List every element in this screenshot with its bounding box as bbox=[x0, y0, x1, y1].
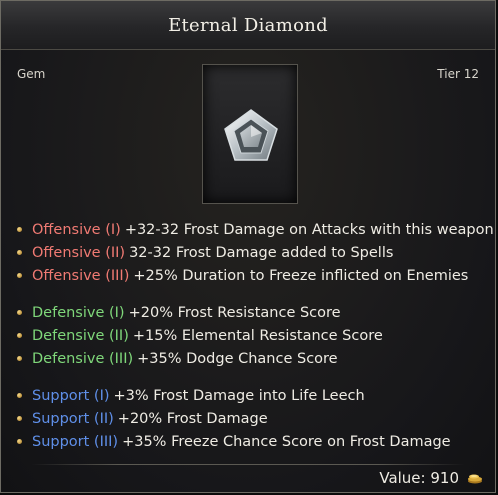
modifier-label: Defensive (II) bbox=[32, 327, 129, 344]
modifier-row: Support (II) +20% Frost Damage bbox=[15, 407, 494, 430]
modifier-row: Defensive (I) +20% Frost Resistance Scor… bbox=[15, 301, 494, 324]
modifier-row: Support (I) +3% Frost Damage into Life L… bbox=[15, 384, 494, 407]
modifier-row: Offensive (I) +32-32 Frost Damage on Att… bbox=[15, 218, 494, 241]
item-value: Value: 910 bbox=[379, 469, 483, 487]
bullet-icon bbox=[17, 227, 22, 232]
modifier-label: Offensive (III) bbox=[32, 267, 130, 284]
value-text: Value: 910 bbox=[379, 469, 459, 487]
bullet-icon bbox=[17, 416, 22, 421]
defensive-group: Defensive (I) +20% Frost Resistance Scor… bbox=[15, 301, 494, 370]
bullet-icon bbox=[17, 439, 22, 444]
modifier-row: Offensive (III) +25% Duration to Freeze … bbox=[15, 264, 494, 287]
modifier-text: +20% Frost Damage bbox=[117, 410, 268, 427]
support-group: Support (I) +3% Frost Damage into Life L… bbox=[15, 384, 494, 453]
bullet-icon bbox=[17, 310, 22, 315]
item-tier-label: Tier 12 bbox=[437, 67, 479, 81]
modifier-text: +25% Duration to Freeze inflicted on Ene… bbox=[133, 267, 469, 284]
modifier-text: +32-32 Frost Damage on Attacks with this… bbox=[124, 221, 494, 238]
title-bar: Eternal Diamond bbox=[1, 1, 495, 50]
modifier-list: Offensive (I) +32-32 Frost Damage on Att… bbox=[15, 218, 494, 467]
modifier-label: Support (II) bbox=[32, 410, 114, 427]
modifier-label: Support (I) bbox=[32, 387, 110, 404]
divider bbox=[31, 464, 465, 465]
item-title: Eternal Diamond bbox=[168, 14, 328, 36]
modifier-label: Defensive (III) bbox=[32, 350, 134, 367]
item-type-label: Gem bbox=[17, 67, 46, 81]
diamond-gem-icon bbox=[224, 109, 278, 161]
bullet-icon bbox=[17, 333, 22, 338]
bullet-icon bbox=[17, 356, 22, 361]
modifier-row: Support (III) +35% Freeze Chance Score o… bbox=[15, 430, 494, 453]
bullet-icon bbox=[17, 273, 22, 278]
offensive-group: Offensive (I) +32-32 Frost Damage on Att… bbox=[15, 218, 494, 287]
modifier-label: Offensive (I) bbox=[32, 221, 121, 238]
modifier-row: Offensive (II) 32-32 Frost Damage added … bbox=[15, 241, 494, 264]
modifier-label: Support (III) bbox=[32, 433, 119, 450]
modifier-text: +35% Dodge Chance Score bbox=[137, 350, 338, 367]
item-tooltip: Eternal Diamond Gem Tier 12 Offensive (I… bbox=[0, 0, 496, 493]
gold-coins-icon bbox=[468, 474, 482, 484]
modifier-label: Offensive (II) bbox=[32, 244, 126, 261]
modifier-text: 32-32 Frost Damage added to Spells bbox=[129, 244, 394, 261]
bullet-icon bbox=[17, 250, 22, 255]
modifier-text: +3% Frost Damage into Life Leech bbox=[113, 387, 365, 404]
modifier-row: Defensive (III) +35% Dodge Chance Score bbox=[15, 347, 494, 370]
item-icon-frame bbox=[202, 64, 298, 204]
modifier-row: Defensive (II) +15% Elemental Resistance… bbox=[15, 324, 494, 347]
modifier-text: +15% Elemental Resistance Score bbox=[132, 327, 383, 344]
bullet-icon bbox=[17, 393, 22, 398]
modifier-label: Defensive (I) bbox=[32, 304, 125, 321]
modifier-text: +35% Freeze Chance Score on Frost Damage bbox=[122, 433, 451, 450]
modifier-text: +20% Frost Resistance Score bbox=[128, 304, 341, 321]
